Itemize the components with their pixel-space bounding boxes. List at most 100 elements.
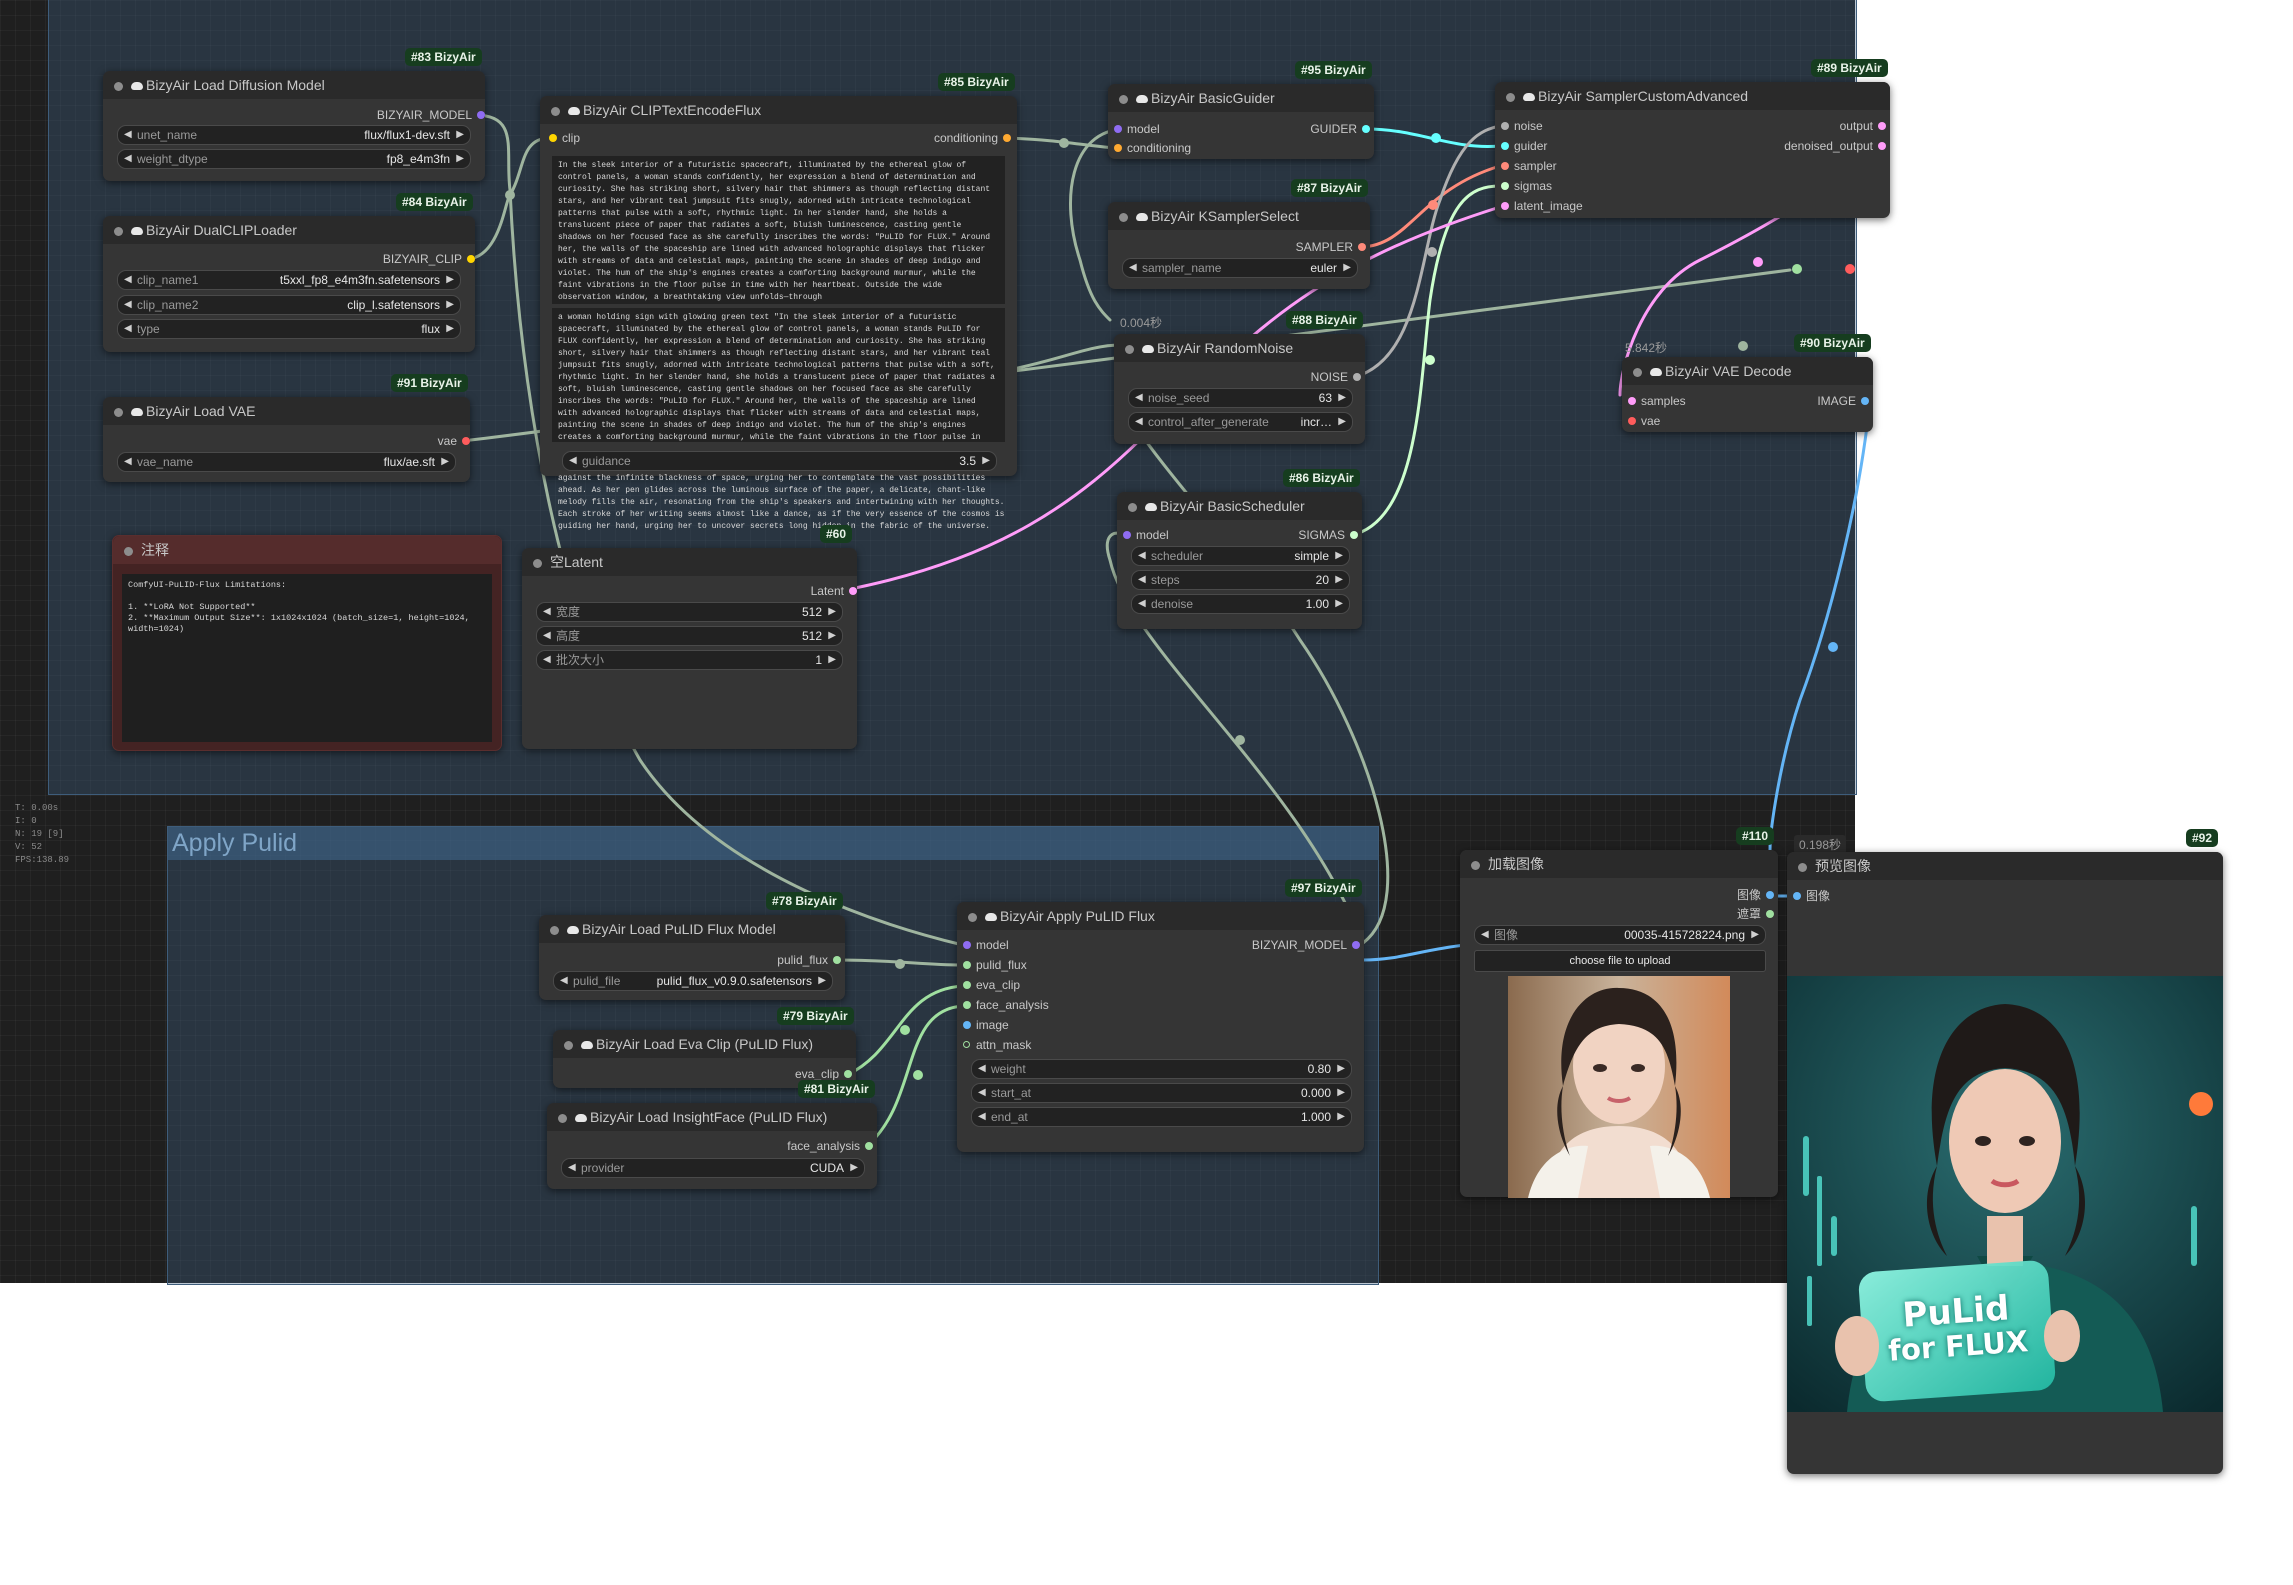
collapse-dot-icon[interactable] <box>558 1113 567 1123</box>
arrow-left-icon[interactable]: ◀ <box>1129 259 1137 277</box>
arrow-left-icon[interactable]: ◀ <box>124 453 132 471</box>
arrow-left-icon[interactable]: ◀ <box>560 972 568 990</box>
widget-vae-name[interactable]: ◀ vae_name flux/ae.sft ▶ <box>117 452 456 472</box>
arrow-left-icon[interactable]: ◀ <box>1481 926 1489 944</box>
output-sampler[interactable]: SAMPLER <box>1296 239 1366 255</box>
node-title[interactable]: BizyAir BasicGuider <box>1108 84 1374 112</box>
output-guider[interactable]: GUIDER <box>1310 121 1370 137</box>
collapse-dot-icon[interactable] <box>533 558 542 568</box>
node-load-diffusion-model[interactable]: #83 BizyAir BizyAir Load Diffusion Model… <box>103 48 485 181</box>
widget-height[interactable]: ◀ 高度 512 ▶ <box>536 626 843 646</box>
input-pin-icon[interactable] <box>1501 162 1509 170</box>
input-pin-icon[interactable] <box>1628 397 1636 405</box>
arrow-left-icon[interactable]: ◀ <box>568 1159 576 1177</box>
output-noise[interactable]: NOISE <box>1311 369 1361 385</box>
collapse-dot-icon[interactable] <box>551 106 560 116</box>
collapse-dot-icon[interactable] <box>550 925 559 935</box>
arrow-left-icon[interactable]: ◀ <box>1135 389 1143 407</box>
node-title[interactable]: 空Latent <box>522 548 857 576</box>
node-title[interactable]: BizyAir Load PuLID Flux Model <box>539 915 845 943</box>
node-title[interactable]: BizyAir Apply PuLID Flux <box>957 902 1364 930</box>
widget-scheduler[interactable]: ◀ scheduler simple ▶ <box>1131 546 1350 566</box>
arrow-left-icon[interactable]: ◀ <box>124 126 132 144</box>
node-title[interactable]: BizyAir RandomNoise <box>1114 334 1365 362</box>
node-title[interactable]: BizyAir DualCLIPLoader <box>103 216 475 244</box>
output-pin-icon[interactable] <box>1878 142 1886 150</box>
widget-image-file[interactable]: ◀ 图像 00035-415728224.png ▶ <box>1474 925 1766 945</box>
input-pin-icon[interactable] <box>1123 531 1131 539</box>
input-noise[interactable]: noise <box>1501 118 1543 134</box>
output-pin-icon[interactable] <box>462 437 470 445</box>
arrow-right-icon[interactable]: ▶ <box>828 603 836 621</box>
output-pin-icon[interactable] <box>844 1070 852 1078</box>
widget-width[interactable]: ◀ 宽度 512 ▶ <box>536 602 843 622</box>
output-pin-icon[interactable] <box>1350 531 1358 539</box>
clip-l-prompt[interactable]: In the sleek interior of a futuristic sp… <box>552 156 1005 304</box>
widget-steps[interactable]: ◀ steps 20 ▶ <box>1131 570 1350 590</box>
arrow-right-icon[interactable]: ▶ <box>1335 595 1343 613</box>
output-pin-icon[interactable] <box>1352 941 1360 949</box>
arrow-right-icon[interactable]: ▶ <box>1337 1108 1345 1126</box>
output-pulid-flux[interactable]: pulid_flux <box>777 952 841 968</box>
note-node[interactable]: 注释 ComfyUI-PuLID-Flux Limitations: 1. **… <box>112 535 502 751</box>
output-mask[interactable]: 遮罩 <box>1737 906 1774 922</box>
node-basic-scheduler[interactable]: #86 BizyAir BizyAir BasicScheduler model… <box>1117 469 1362 629</box>
output-denoised[interactable]: denoised_output <box>1784 138 1886 154</box>
node-empty-latent[interactable]: #60 空Latent Latent ◀ 宽度 512 ▶ ◀ 高度 512 ▶ ◀ 批次大小… <box>522 525 857 749</box>
widget-clip-name2[interactable]: ◀ clip_name2 clip_l.safetensors ▶ <box>117 295 461 315</box>
node-title[interactable]: BizyAir Load InsightFace (PuLID Flux) <box>547 1103 877 1131</box>
widget-weight-dtype[interactable]: ◀ weight_dtype fp8_e4m3fn ▶ <box>117 149 471 169</box>
arrow-right-icon[interactable]: ▶ <box>1335 547 1343 565</box>
arrow-right-icon[interactable]: ▶ <box>456 150 464 168</box>
input-vae[interactable]: vae <box>1628 413 1660 429</box>
input-pin-icon[interactable] <box>1501 142 1509 150</box>
arrow-left-icon[interactable]: ◀ <box>978 1108 986 1126</box>
widget-unet-name[interactable]: ◀ unet_name flux/flux1-dev.sft ▶ <box>117 125 471 145</box>
widget-clip-name1[interactable]: ◀ clip_name1 t5xxl_fp8_e4m3fn.safetensors ▶ <box>117 270 461 290</box>
output-pin-icon[interactable] <box>477 111 485 119</box>
collapse-dot-icon[interactable] <box>968 912 977 922</box>
input-sigmas[interactable]: sigmas <box>1501 178 1552 194</box>
upload-button[interactable]: choose file to upload <box>1474 950 1766 972</box>
node-basic-guider[interactable]: #95 BizyAir BizyAir BasicGuider model co… <box>1108 61 1374 159</box>
collapse-dot-icon[interactable] <box>124 546 133 556</box>
input-pin-icon[interactable] <box>1114 125 1122 133</box>
arrow-right-icon[interactable]: ▶ <box>1751 926 1759 944</box>
arrow-right-icon[interactable]: ▶ <box>1338 413 1346 431</box>
collapse-dot-icon[interactable] <box>114 407 123 417</box>
node-title[interactable]: BizyAir VAE Decode <box>1622 357 1873 385</box>
input-image[interactable]: image <box>963 1017 1009 1033</box>
node-title[interactable]: 注释 <box>113 536 501 564</box>
output-pin-icon[interactable] <box>1878 122 1886 130</box>
node-title[interactable]: 预览图像 <box>1787 852 2223 880</box>
input-pin-icon[interactable] <box>963 1001 971 1009</box>
t5xxl-prompt[interactable]: a woman holding sign with glowing green … <box>552 308 1005 442</box>
output-pin-icon[interactable] <box>1353 373 1361 381</box>
widget-start-at[interactable]: ◀ start_at 0.000 ▶ <box>971 1083 1352 1103</box>
output-pin-icon[interactable] <box>1766 910 1774 918</box>
input-pin-icon[interactable] <box>963 1021 971 1029</box>
arrow-right-icon[interactable]: ▶ <box>446 271 454 289</box>
node-load-image[interactable]: #110 加载图像 图像 遮罩 ◀ 图像 00035-415728224.png ▶ … <box>1460 827 1778 1198</box>
output-face-analysis[interactable]: face_analysis <box>787 1138 873 1154</box>
arrow-left-icon[interactable]: ◀ <box>1138 571 1146 589</box>
input-pin-icon[interactable] <box>963 981 971 989</box>
output-pin-icon[interactable] <box>1358 243 1366 251</box>
collapse-dot-icon[interactable] <box>1119 212 1128 222</box>
node-preview-image[interactable]: #92 预览图像 图像 PuLid for FLUX <box>1787 829 2223 1474</box>
output-sigmas[interactable]: SIGMAS <box>1298 527 1358 543</box>
widget-control-after-generate[interactable]: ◀ control_after_generate incr… ▶ <box>1128 412 1353 432</box>
arrow-left-icon[interactable]: ◀ <box>124 271 132 289</box>
input-pin-icon[interactable] <box>549 134 557 142</box>
output-pin-icon[interactable] <box>1766 891 1774 899</box>
input-eva-clip[interactable]: eva_clip <box>963 977 1020 993</box>
node-title[interactable]: 加载图像 <box>1460 850 1778 878</box>
output-output[interactable]: output <box>1840 118 1886 134</box>
node-title[interactable]: BizyAir BasicScheduler <box>1117 492 1362 520</box>
input-pin-icon[interactable] <box>1793 892 1801 900</box>
input-conditioning[interactable]: conditioning <box>1114 140 1191 156</box>
collapse-dot-icon[interactable] <box>1798 862 1807 872</box>
arrow-right-icon[interactable]: ▶ <box>1337 1084 1345 1102</box>
input-attn-mask[interactable]: attn_mask <box>963 1037 1031 1053</box>
generated-preview-image[interactable]: PuLid for FLUX <box>1787 976 2223 1412</box>
